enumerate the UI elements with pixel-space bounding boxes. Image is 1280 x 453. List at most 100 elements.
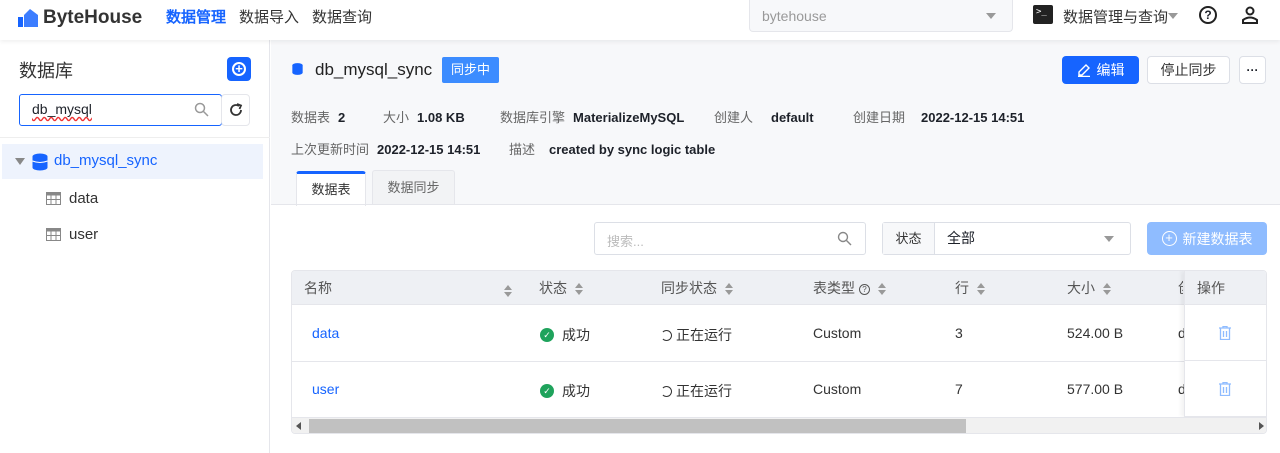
divider bbox=[0, 137, 270, 138]
chevron-down-icon bbox=[1168, 13, 1178, 19]
plus-circle-icon: + bbox=[1161, 231, 1177, 246]
user-icon[interactable] bbox=[1241, 6, 1259, 24]
col-creator[interactable]: 创 bbox=[1178, 271, 1183, 305]
horizontal-scrollbar[interactable] bbox=[292, 417, 1266, 433]
nav-data-import[interactable]: 数据导入 bbox=[239, 6, 299, 27]
help-icon: ? bbox=[859, 283, 870, 295]
sort-icon bbox=[878, 283, 886, 296]
meta-created-date: 创建日期 2022-12-15 14:51 bbox=[853, 110, 1025, 125]
tree-item-table[interactable]: user bbox=[46, 224, 98, 244]
brand-name: ByteHouse bbox=[43, 7, 143, 28]
tab-data-sync[interactable]: 数据同步 bbox=[372, 170, 455, 205]
refresh-button[interactable] bbox=[221, 94, 250, 126]
edit-button[interactable]: 编辑 bbox=[1062, 56, 1139, 84]
scrollbar-thumb[interactable] bbox=[309, 419, 966, 433]
nav-data-query[interactable]: 数据查询 bbox=[312, 6, 372, 27]
meta-description: 描述 created by sync logic table bbox=[509, 142, 716, 157]
nav-data-management[interactable]: 数据管理 bbox=[166, 6, 226, 27]
help-icon[interactable]: ? bbox=[1199, 6, 1217, 24]
status-filter[interactable]: 状态 全部 bbox=[882, 222, 1131, 255]
status-cell: ✓ 成功 bbox=[540, 325, 590, 345]
add-database-button[interactable]: + bbox=[227, 57, 251, 81]
top-nav: ByteHouse 数据管理 数据导入 数据查询 bytehouse >_ 数据… bbox=[0, 0, 1280, 40]
scroll-right-icon[interactable] bbox=[1259, 422, 1264, 430]
logo[interactable]: ByteHouse bbox=[18, 7, 142, 29]
meta-size: 大小 1.08 KB bbox=[383, 110, 465, 125]
col-rows[interactable]: 行 bbox=[955, 271, 985, 305]
chevron-down-icon bbox=[986, 13, 996, 19]
col-name[interactable]: 名称 bbox=[304, 271, 332, 305]
workspace-select[interactable]: bytehouse bbox=[749, 0, 1013, 32]
bytehouse-logo-icon bbox=[18, 9, 38, 27]
tables-table: 名称 状态 同步状态 表类型? 行 大小 创 data ✓成功 正在运行 Cus… bbox=[291, 270, 1267, 434]
search-icon bbox=[837, 231, 852, 246]
col-sync-status[interactable]: 同步状态 bbox=[661, 271, 733, 305]
new-table-button[interactable]: + 新建数据表 bbox=[1147, 222, 1267, 255]
row-count-cell: 3 bbox=[955, 325, 963, 341]
meta-updated: 上次更新时间 2022-12-15 14:51 bbox=[291, 142, 481, 157]
size-cell: 524.00 B bbox=[1067, 325, 1124, 341]
sidebar-title: 数据库 bbox=[19, 61, 73, 81]
terminal-icon: >_ bbox=[1033, 5, 1053, 24]
loading-spinner-icon bbox=[661, 329, 672, 341]
table-type-cell: Custom bbox=[813, 381, 862, 397]
database-name: db_mysql_sync bbox=[54, 152, 158, 169]
table-name-link[interactable]: data bbox=[312, 325, 339, 341]
database-header: db_mysql_sync 同步中 编辑 停止同步 ··· 数据表 2 大小 1.0… bbox=[271, 40, 1280, 206]
actions-column: 操作 bbox=[1184, 271, 1266, 417]
plus-circle-icon: + bbox=[232, 62, 246, 76]
table-icon bbox=[46, 227, 61, 241]
table-header: 名称 状态 同步状态 表类型? 行 大小 创 bbox=[292, 271, 1266, 305]
sort-icon bbox=[977, 283, 985, 296]
delete-icon[interactable] bbox=[1219, 326, 1231, 340]
actions-cell bbox=[1185, 361, 1266, 417]
loading-spinner-icon bbox=[661, 385, 672, 397]
table-name: data bbox=[69, 189, 99, 207]
pencil-icon bbox=[1077, 64, 1090, 77]
meta-table-count: 数据表 2 bbox=[291, 110, 346, 125]
tree-item-database[interactable]: db_mysql_sync bbox=[2, 144, 263, 179]
search-placeholder: 搜索... bbox=[607, 234, 644, 249]
table-name: user bbox=[69, 225, 99, 243]
more-button[interactable]: ··· bbox=[1239, 56, 1266, 84]
sort-icon bbox=[575, 283, 583, 296]
row-count-cell: 7 bbox=[955, 381, 963, 397]
table-type-cell: Custom bbox=[813, 325, 862, 341]
filter-value: 全部 bbox=[947, 230, 975, 246]
database-title: db_mysql_sync bbox=[315, 60, 433, 79]
delete-icon[interactable] bbox=[1219, 382, 1231, 396]
col-table-type[interactable]: 表类型? bbox=[813, 271, 886, 305]
table-row: data ✓ 成功 正在运行 Custom 3 524.00 B d bbox=[292, 306, 1266, 362]
status-cell: ✓ 成功 bbox=[540, 381, 590, 401]
sidebar: 数据库 + db_mysql db_mysql_sync data user bbox=[0, 40, 270, 453]
size-cell: 577.00 B bbox=[1067, 381, 1124, 397]
col-size[interactable]: 大小 bbox=[1067, 271, 1111, 305]
table-row: user ✓ 成功 正在运行 Custom 7 577.00 B d bbox=[292, 362, 1266, 418]
success-check-icon: ✓ bbox=[540, 328, 554, 342]
caret-down-icon bbox=[15, 158, 25, 165]
workspace-value: bytehouse bbox=[762, 8, 827, 24]
table-name-link[interactable]: user bbox=[312, 381, 339, 397]
sort-icon[interactable] bbox=[504, 285, 512, 298]
sync-status-badge: 同步中 bbox=[442, 57, 500, 83]
success-check-icon: ✓ bbox=[540, 384, 554, 398]
database-icon bbox=[292, 63, 303, 75]
divider bbox=[271, 204, 1280, 205]
table-search-input[interactable]: 搜索... bbox=[594, 222, 866, 255]
table-icon bbox=[46, 191, 61, 205]
database-search-input[interactable]: db_mysql bbox=[19, 94, 222, 126]
refresh-icon bbox=[229, 103, 242, 116]
tree-item-table[interactable]: data bbox=[46, 188, 98, 208]
col-status[interactable]: 状态 bbox=[539, 271, 583, 305]
tab-tables[interactable]: 数据表 bbox=[296, 171, 366, 206]
database-icon bbox=[32, 153, 48, 171]
scroll-left-icon[interactable] bbox=[296, 422, 301, 430]
filter-label: 状态 bbox=[883, 223, 935, 254]
col-actions: 操作 bbox=[1185, 271, 1266, 305]
meta-creator: 创建人 default bbox=[714, 110, 814, 125]
search-value: db_mysql bbox=[32, 101, 92, 117]
new-table-label: 新建数据表 bbox=[1182, 230, 1253, 247]
mode-switch[interactable]: 数据管理与查询 bbox=[1063, 6, 1168, 27]
chevron-down-icon bbox=[1104, 236, 1114, 242]
stop-sync-button[interactable]: 停止同步 bbox=[1147, 56, 1230, 84]
